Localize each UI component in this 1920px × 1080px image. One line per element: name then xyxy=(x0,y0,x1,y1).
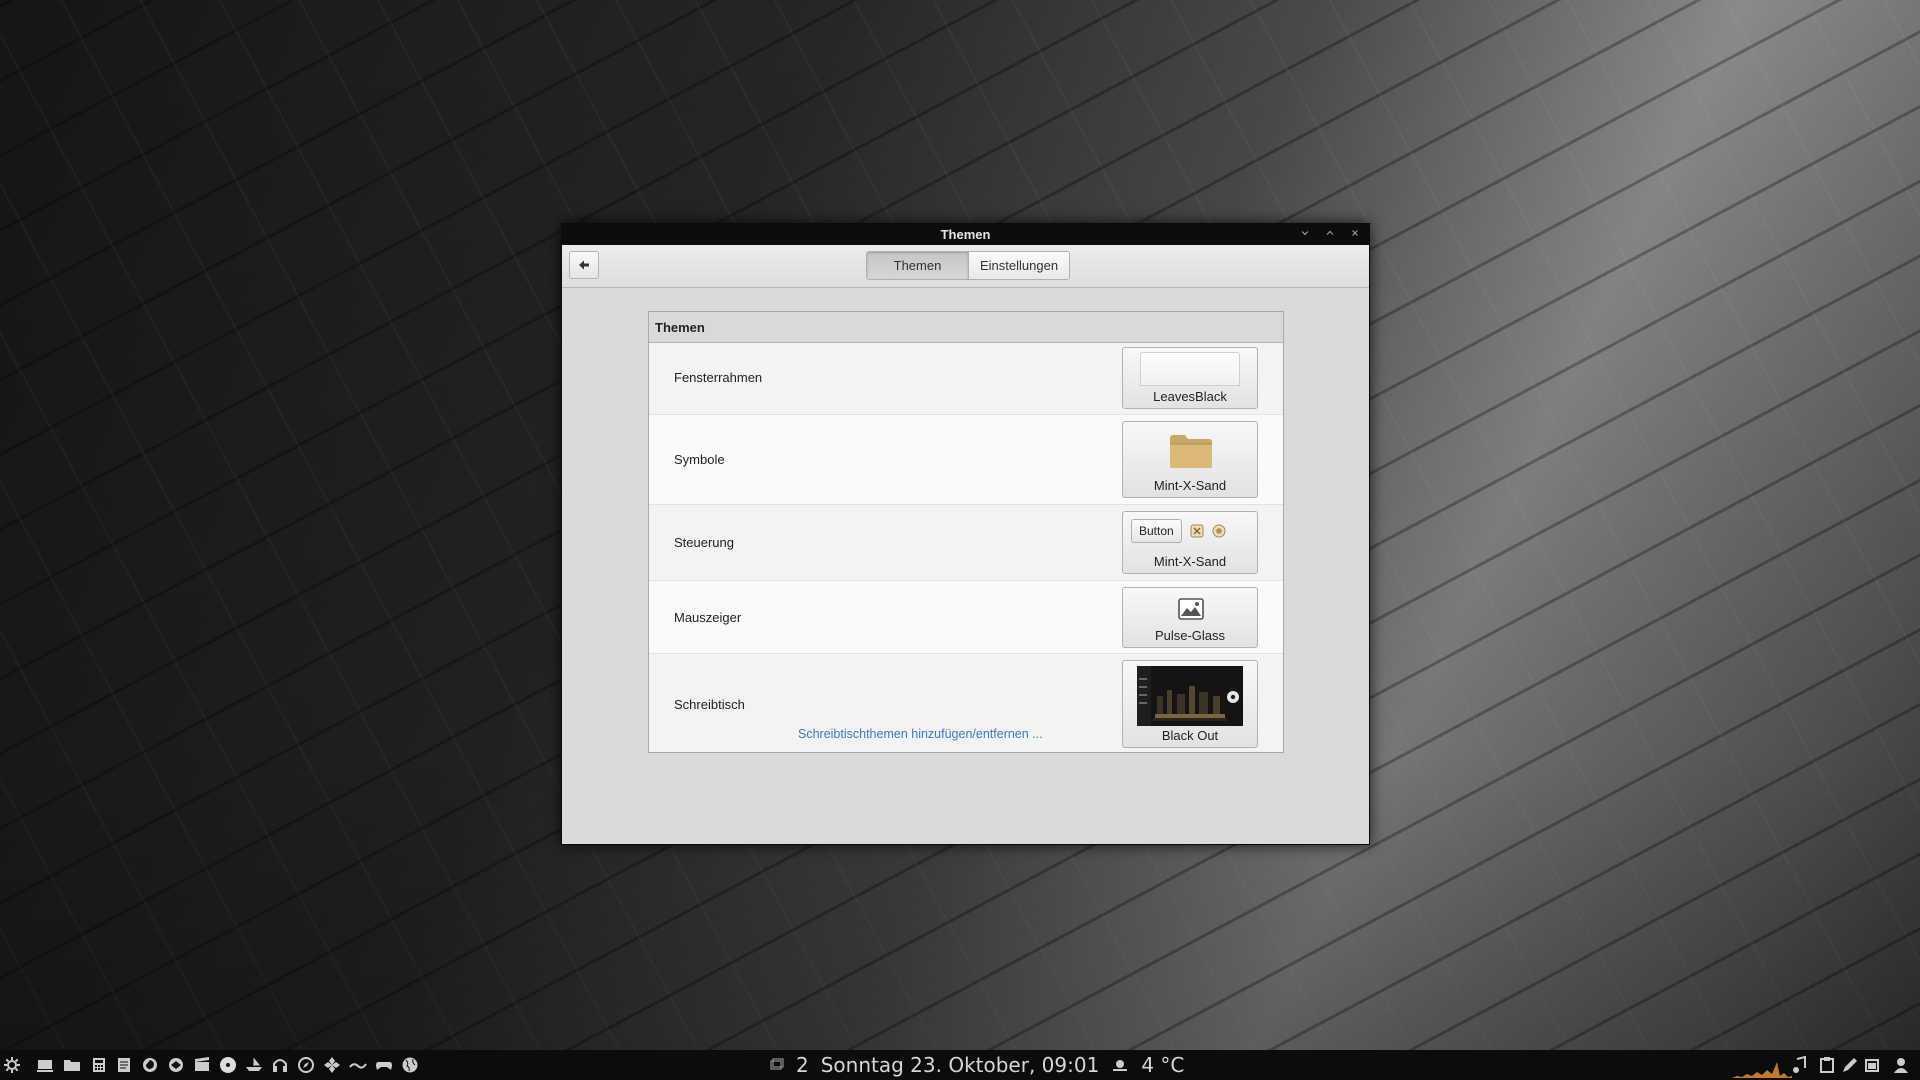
steam-icon[interactable] xyxy=(349,1056,367,1074)
theme-name: Black Out xyxy=(1161,728,1219,743)
chevron-down-icon xyxy=(1301,231,1308,236)
window-title: Themen xyxy=(940,227,991,242)
controls-preview: Button xyxy=(1131,519,1226,543)
text-editor-icon[interactable] xyxy=(115,1056,133,1074)
close-icon xyxy=(1351,230,1358,236)
theme-name: LeavesBlack xyxy=(1153,389,1227,404)
controls-theme-button[interactable]: Button Mint-X-Sand xyxy=(1122,511,1258,574)
globe-icon[interactable] xyxy=(401,1056,419,1074)
battery-icon[interactable] xyxy=(1864,1056,1882,1074)
row-desktop: Schreibtisch Schreibtischthemen hinzufüg… xyxy=(649,654,1283,752)
icons-theme-button[interactable]: Mint-X-Sand xyxy=(1122,421,1258,498)
theme-name: Mint-X-Sand xyxy=(1153,554,1227,569)
chevron-up-icon xyxy=(1326,230,1333,235)
tab-einstellungen[interactable]: Einstellungen xyxy=(968,252,1070,279)
cpu-graph-icon xyxy=(1732,1062,1792,1078)
close-button[interactable] xyxy=(1348,228,1361,241)
disc-icon[interactable] xyxy=(219,1056,237,1074)
row-label: Fensterrahmen xyxy=(674,370,763,385)
image-icon xyxy=(1178,598,1204,620)
window-borders-theme-button[interactable]: LeavesBlack xyxy=(1122,347,1258,409)
row-cursor: Mauszeiger Pulse-Glass xyxy=(649,581,1283,654)
city-night-image xyxy=(1137,666,1243,726)
window-toolbar: Themen Einstellungen xyxy=(562,245,1369,288)
show-desktop-icon[interactable] xyxy=(36,1056,54,1074)
compass-icon[interactable] xyxy=(297,1056,315,1074)
row-label: Steuerung xyxy=(674,535,734,550)
window-frame-preview xyxy=(1140,352,1240,386)
gamepad-icon[interactable] xyxy=(375,1056,393,1074)
tab-themen[interactable]: Themen xyxy=(867,252,968,279)
menu-icon[interactable] xyxy=(3,1056,21,1074)
cursor-theme-button[interactable]: Pulse-Glass xyxy=(1122,587,1258,648)
network-icon[interactable] xyxy=(323,1056,341,1074)
row-window-borders: Fensterrahmen LeavesBlack xyxy=(649,343,1283,415)
desktop-themes-link[interactable]: Schreibtischthemen hinzufügen/entfernen … xyxy=(798,727,1043,741)
row-label: Schreibtisch xyxy=(674,697,745,712)
desktop-theme-button[interactable]: Black Out xyxy=(1122,660,1258,748)
thunderbird-icon[interactable] xyxy=(167,1056,185,1074)
row-label: Symbole xyxy=(674,452,725,467)
themes-panel: Themen Fensterrahmen LeavesBlack Symbole… xyxy=(648,311,1284,753)
folder-icon xyxy=(1170,435,1212,468)
date-time[interactable]: Sonntag 23. Oktober, 09:01 xyxy=(821,1053,1100,1077)
taskbar: 2 Sonntag 23. Oktober, 09:01 4 °C xyxy=(0,1050,1920,1080)
temperature[interactable]: 4 °C xyxy=(1141,1053,1184,1077)
minimize-button[interactable] xyxy=(1298,228,1311,241)
window-titlebar[interactable]: Themen xyxy=(562,224,1369,245)
theme-name: Mint-X-Sand xyxy=(1153,478,1227,493)
row-label: Mauszeiger xyxy=(674,610,742,625)
boat-icon[interactable] xyxy=(245,1056,263,1074)
workspace-number[interactable]: 2 xyxy=(796,1053,809,1077)
pen-icon[interactable] xyxy=(1841,1056,1859,1074)
checkbox-icon xyxy=(1190,524,1204,538)
row-controls: Steuerung Button Mint-X-Sand xyxy=(649,505,1283,581)
firefox-icon[interactable] xyxy=(141,1056,159,1074)
calculator-icon[interactable] xyxy=(90,1056,108,1074)
workspace-icon[interactable] xyxy=(770,1058,784,1072)
preview-button: Button xyxy=(1131,519,1182,543)
user-icon[interactable] xyxy=(1892,1056,1910,1074)
panel-header: Themen xyxy=(649,312,1283,343)
arrow-left-icon xyxy=(579,260,589,270)
view-switcher: Themen Einstellungen xyxy=(866,251,1071,280)
files-icon[interactable] xyxy=(63,1056,81,1074)
video-icon[interactable] xyxy=(193,1056,211,1074)
window-controls xyxy=(1298,224,1361,245)
theme-name: Pulse-Glass xyxy=(1154,628,1226,643)
music-icon[interactable] xyxy=(1790,1056,1808,1074)
radio-icon xyxy=(1212,524,1226,538)
clock-area: 2 Sonntag 23. Oktober, 09:01 4 °C xyxy=(770,1050,1184,1080)
back-button[interactable] xyxy=(569,251,599,279)
headphones-icon[interactable] xyxy=(271,1056,289,1074)
desktop-preview-image xyxy=(1137,666,1243,726)
maximize-button[interactable] xyxy=(1323,228,1336,241)
clipboard-icon[interactable] xyxy=(1818,1056,1836,1074)
weather-icon xyxy=(1113,1060,1128,1071)
row-icons: Symbole Mint-X-Sand xyxy=(649,415,1283,505)
